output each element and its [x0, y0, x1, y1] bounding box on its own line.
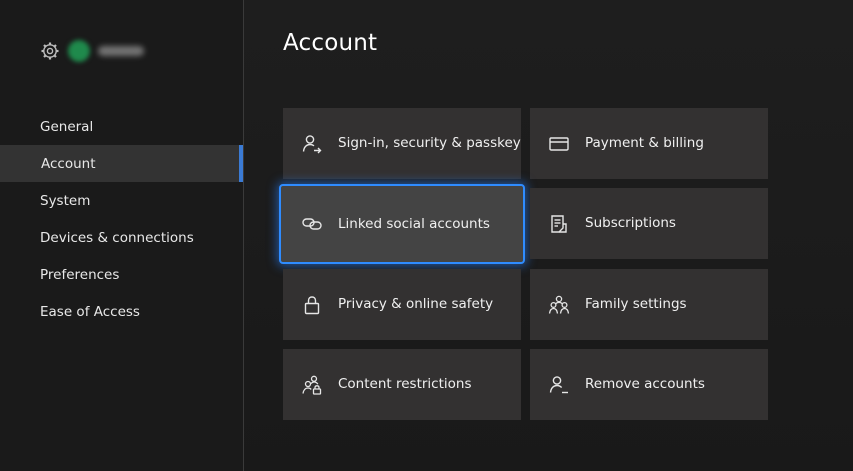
gear-icon — [40, 41, 60, 61]
avatar — [68, 40, 90, 62]
nav-item-preferences[interactable]: Preferences — [0, 256, 243, 293]
family-icon — [548, 294, 570, 316]
settings-nav: General Account System Devices & connect… — [0, 108, 243, 330]
nav-item-label: Account — [41, 155, 96, 172]
nav-item-general[interactable]: General — [0, 108, 243, 145]
tile-label: Payment & billing — [585, 135, 704, 151]
nav-item-label: Devices & connections — [40, 229, 194, 246]
nav-item-label: Preferences — [40, 266, 120, 283]
tile-family-settings[interactable]: Family settings — [530, 269, 768, 340]
tile-label: Sign-in, security & passkey — [338, 135, 521, 151]
nav-item-label: Ease of Access — [40, 303, 140, 320]
tile-sign-in-security-passkey[interactable]: Sign-in, security & passkey — [283, 108, 521, 179]
tile-label: Family settings — [585, 296, 687, 312]
linked-chain-icon — [301, 213, 323, 235]
document-list-icon — [548, 213, 570, 235]
tile-privacy-online-safety[interactable]: Privacy & online safety — [283, 269, 521, 340]
person-arrow-icon — [301, 133, 323, 155]
tile-label: Remove accounts — [585, 376, 705, 392]
tile-linked-social-accounts[interactable]: Linked social accounts — [279, 184, 525, 264]
tile-label: Subscriptions — [585, 215, 676, 231]
nav-item-devices-connections[interactable]: Devices & connections — [0, 219, 243, 256]
tile-label: Linked social accounts — [338, 215, 490, 232]
tile-payment-billing[interactable]: Payment & billing — [530, 108, 768, 179]
tile-remove-accounts[interactable]: Remove accounts — [530, 349, 768, 420]
nav-item-label: System — [40, 192, 91, 209]
sidebar: General Account System Devices & connect… — [0, 0, 243, 471]
tile-content-restrictions[interactable]: Content restrictions — [283, 349, 521, 420]
account-settings-screen: General Account System Devices & connect… — [0, 0, 853, 471]
nav-item-system[interactable]: System — [0, 182, 243, 219]
nav-item-ease-of-access[interactable]: Ease of Access — [0, 293, 243, 330]
sidebar-divider — [243, 0, 244, 471]
credit-card-icon — [548, 133, 570, 155]
nav-item-label: General — [40, 118, 94, 135]
tile-label: Privacy & online safety — [338, 296, 494, 312]
lock-icon — [301, 294, 323, 316]
tile-subscriptions[interactable]: Subscriptions — [530, 188, 768, 259]
tile-label: Content restrictions — [338, 376, 472, 392]
nav-item-account[interactable]: Account — [0, 145, 243, 182]
page-title: Account — [283, 30, 378, 56]
profile-area[interactable] — [40, 38, 144, 64]
gamertag-blurred — [98, 46, 144, 56]
person-remove-icon — [548, 374, 570, 396]
people-lock-icon — [301, 374, 323, 396]
